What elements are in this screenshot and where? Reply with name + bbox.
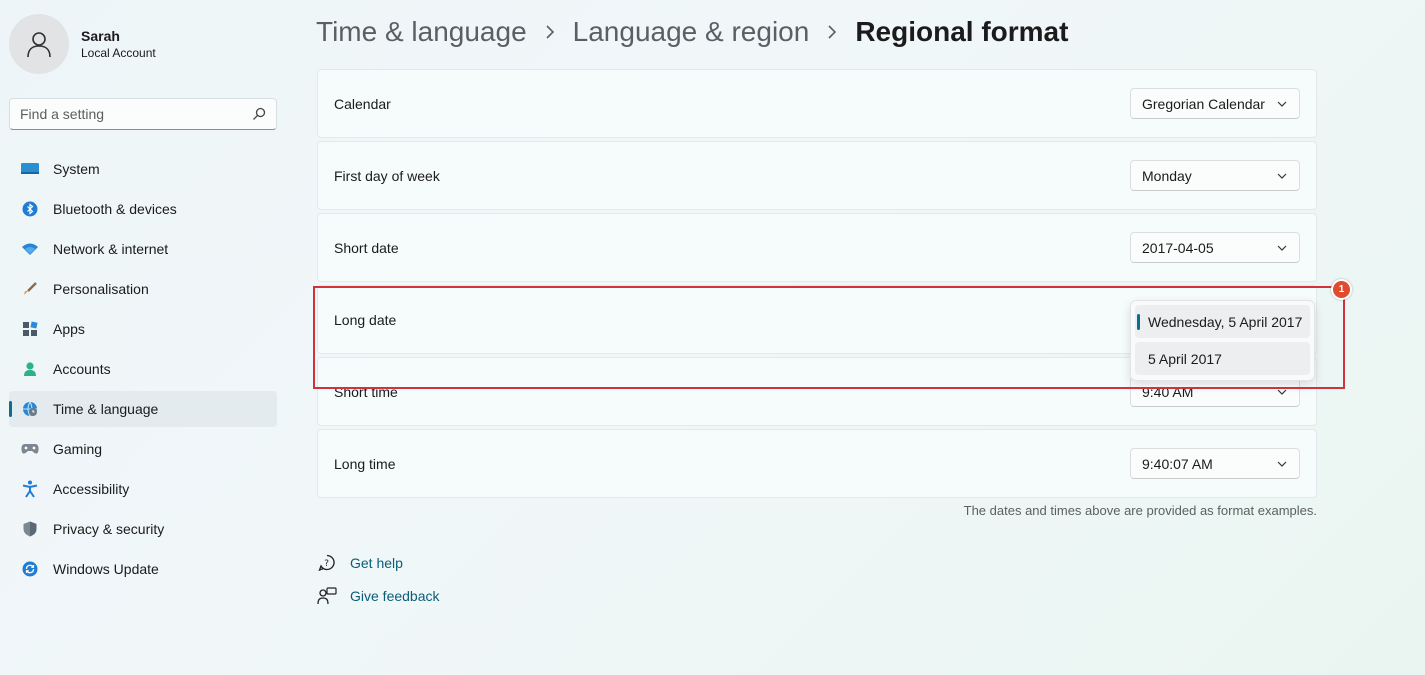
sidebar-item-windows-update[interactable]: Windows Update <box>9 551 277 587</box>
dropdown-value: Monday <box>1142 167 1192 184</box>
setting-card-short-date: Short date 2017-04-05 <box>317 213 1317 282</box>
sidebar-item-label: Accessibility <box>53 481 130 497</box>
monitor-icon <box>20 159 40 179</box>
sidebar-item-label: Windows Update <box>53 561 159 577</box>
sidebar-item-label: Bluetooth & devices <box>53 201 177 217</box>
setting-label: Calendar <box>334 95 391 112</box>
breadcrumb-time-language[interactable]: Time & language <box>316 12 527 52</box>
sidebar-item-personalisation[interactable]: Personalisation <box>9 271 277 307</box>
apps-icon <box>20 319 40 339</box>
sidebar-item-privacy[interactable]: Privacy & security <box>9 511 277 547</box>
search-box[interactable] <box>9 98 277 130</box>
chevron-down-icon <box>1277 101 1287 107</box>
gamepad-icon <box>20 439 40 459</box>
profile-account-type: Local Account <box>81 46 156 60</box>
sidebar-item-apps[interactable]: Apps <box>9 311 277 347</box>
sidebar-item-label: Time & language <box>53 401 159 417</box>
dropdown-value: 9:40:07 AM <box>1142 455 1213 472</box>
short-date-dropdown[interactable]: 2017-04-05 <box>1130 232 1300 263</box>
wifi-icon <box>20 239 40 259</box>
chevron-right-icon <box>827 25 837 39</box>
setting-label: Long date <box>334 311 397 328</box>
update-icon <box>20 559 40 579</box>
accessibility-icon <box>20 479 40 499</box>
long-date-option[interactable]: 5 April 2017 <box>1135 342 1310 375</box>
search-icon[interactable] <box>252 107 266 121</box>
give-feedback-label[interactable]: Give feedback <box>350 588 440 604</box>
setting-label: Short time <box>334 383 398 400</box>
chevron-right-icon <box>545 25 555 39</box>
page-title: Regional format <box>855 16 1069 47</box>
person-icon <box>20 359 40 379</box>
setting-card-first-day: First day of week Monday <box>317 141 1317 210</box>
globe-clock-icon <box>20 399 40 419</box>
sidebar-item-label: Accounts <box>53 361 111 377</box>
search-input[interactable] <box>20 106 252 122</box>
sidebar-item-bluetooth[interactable]: Bluetooth & devices <box>9 191 277 227</box>
annotation-badge: 1 <box>1331 279 1352 300</box>
profile[interactable]: Sarah Local Account <box>9 14 156 74</box>
breadcrumb: Time & language Language & region Region… <box>316 12 1068 52</box>
chevron-down-icon <box>1277 173 1287 179</box>
brush-icon <box>20 279 40 299</box>
sidebar-item-accessibility[interactable]: Accessibility <box>9 471 277 507</box>
profile-name: Sarah <box>81 28 120 44</box>
format-examples-note: The dates and times above are provided a… <box>963 503 1317 518</box>
chevron-down-icon <box>1277 245 1287 251</box>
chevron-down-icon <box>1277 389 1287 395</box>
sidebar-item-label: System <box>53 161 100 177</box>
sidebar-item-label: Network & internet <box>53 241 169 257</box>
sidebar: Sarah Local Account System Bluetooth & d… <box>0 0 290 675</box>
dropdown-value: 2017-04-05 <box>1142 239 1214 256</box>
chevron-down-icon <box>1277 461 1287 467</box>
breadcrumb-language-region[interactable]: Language & region <box>573 12 810 52</box>
sidebar-item-system[interactable]: System <box>9 151 277 187</box>
bluetooth-icon <box>20 199 40 219</box>
sidebar-nav: System Bluetooth & devices Network & int… <box>9 151 277 591</box>
sidebar-item-label: Privacy & security <box>53 521 165 537</box>
svg-text:?: ? <box>324 559 329 569</box>
setting-label: Short date <box>334 239 399 256</box>
long-date-flyout: Wednesday, 5 April 2017 5 April 2017 <box>1130 300 1315 381</box>
sidebar-item-label: Gaming <box>53 441 103 457</box>
help-icon: ? <box>316 552 338 574</box>
sidebar-item-label: Personalisation <box>53 281 149 297</box>
feedback-icon <box>316 585 338 607</box>
dropdown-value: Gregorian Calendar <box>1142 95 1265 112</box>
get-help-link[interactable]: ? Get help <box>316 552 403 574</box>
shield-icon <box>20 519 40 539</box>
person-icon <box>27 32 51 58</box>
avatar[interactable] <box>9 14 69 74</box>
setting-label: First day of week <box>334 167 440 184</box>
setting-card-long-time: Long time 9:40:07 AM <box>317 429 1317 498</box>
sidebar-item-time-language[interactable]: Time & language <box>9 391 277 427</box>
get-help-label[interactable]: Get help <box>350 555 403 571</box>
calendar-dropdown[interactable]: Gregorian Calendar <box>1130 88 1300 119</box>
sidebar-item-label: Apps <box>53 321 85 337</box>
long-date-option[interactable]: Wednesday, 5 April 2017 <box>1135 305 1310 338</box>
first-day-dropdown[interactable]: Monday <box>1130 160 1300 191</box>
sidebar-item-gaming[interactable]: Gaming <box>9 431 277 467</box>
give-feedback-link[interactable]: Give feedback <box>316 585 440 607</box>
sidebar-item-accounts[interactable]: Accounts <box>9 351 277 387</box>
sidebar-item-network[interactable]: Network & internet <box>9 231 277 267</box>
long-time-dropdown[interactable]: 9:40:07 AM <box>1130 448 1300 479</box>
setting-label: Long time <box>334 455 396 472</box>
dropdown-value: 9:40 AM <box>1142 383 1194 400</box>
setting-card-calendar: Calendar Gregorian Calendar <box>317 69 1317 138</box>
